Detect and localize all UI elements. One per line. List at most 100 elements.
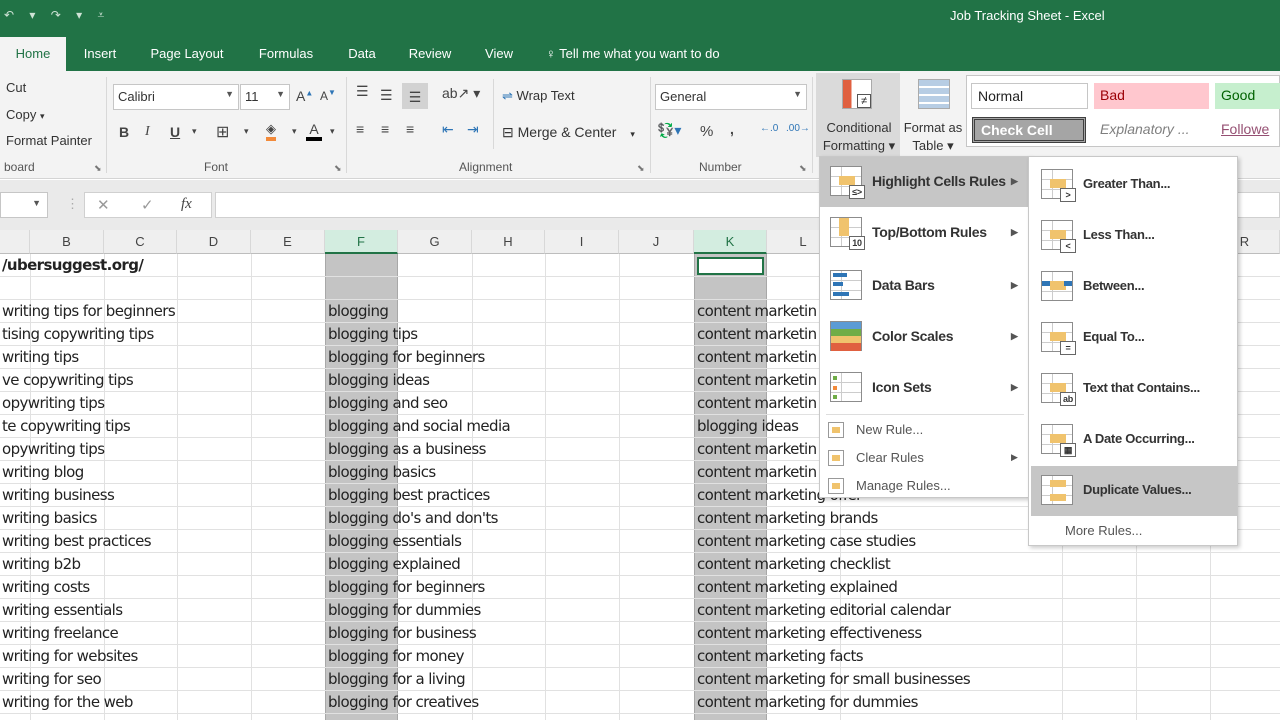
bold-button[interactable]: B bbox=[119, 124, 129, 140]
submenu-item-more-rules[interactable]: More Rules... bbox=[1029, 517, 1235, 545]
cell-f[interactable]: blogging basics bbox=[326, 461, 436, 484]
cell-f[interactable]: blogging for dummies bbox=[326, 599, 481, 622]
align-left-icon[interactable]: ≡ bbox=[356, 121, 364, 137]
align-top-icon[interactable]: ☰ bbox=[356, 83, 369, 100]
cancel-icon[interactable]: ✕ bbox=[97, 196, 110, 214]
menu-item-manage-rules[interactable]: Manage Rules... bbox=[820, 472, 1029, 500]
menu-item-color-scales[interactable]: Color Scales ▶ bbox=[820, 312, 1029, 362]
tab-view[interactable]: View bbox=[482, 37, 516, 71]
cell-f[interactable]: blogging tips bbox=[326, 323, 418, 346]
chevron-down-icon[interactable]: ▾ bbox=[292, 126, 297, 137]
increase-font-icon[interactable]: A▲ bbox=[296, 88, 313, 104]
cell-k[interactable]: content marketing checklist bbox=[695, 553, 891, 576]
submenu-item-less-than[interactable]: < Less Than... bbox=[1031, 211, 1237, 261]
submenu-item-date-occurring[interactable]: ▦ A Date Occurring... bbox=[1031, 415, 1237, 465]
underline-button[interactable]: U bbox=[170, 124, 180, 140]
submenu-item-duplicate-values[interactable]: Duplicate Values... bbox=[1031, 466, 1237, 516]
menu-item-clear-rules[interactable]: Clear Rules ▶ bbox=[820, 444, 1029, 472]
cell-f[interactable]: blogging for money bbox=[326, 645, 464, 668]
submenu-item-text-contains[interactable]: ab Text that Contains... bbox=[1031, 364, 1237, 414]
column-header-k[interactable]: K bbox=[694, 230, 767, 254]
font-color-icon[interactable]: A bbox=[306, 121, 322, 141]
style-explanatory[interactable]: Explanatory ... bbox=[1094, 117, 1209, 143]
cell-f[interactable]: blogging explained bbox=[326, 553, 461, 576]
column-header-a[interactable] bbox=[0, 230, 30, 254]
cell-f[interactable]: blogging for creatives bbox=[326, 691, 479, 714]
increase-indent-icon[interactable]: ⇥ bbox=[467, 121, 479, 138]
align-right-icon[interactable]: ≡ bbox=[406, 121, 414, 137]
cell-k[interactable]: content marketin bbox=[695, 392, 817, 415]
cell-k[interactable]: content marketing explained bbox=[695, 576, 898, 599]
cell-f[interactable]: blogging do's and don'ts bbox=[326, 507, 499, 530]
chevron-down-icon[interactable]: ▾ bbox=[244, 126, 249, 137]
wrap-text-button[interactable]: ⇌ Wrap Text bbox=[502, 88, 575, 104]
column-header-b[interactable]: B bbox=[30, 230, 104, 254]
accounting-format-icon[interactable]: 💱▾ bbox=[657, 122, 681, 139]
cell-f[interactable]: blogging best practices bbox=[326, 484, 490, 507]
cell-k[interactable]: content marketin bbox=[695, 461, 817, 484]
cell-b[interactable]: opywriting tips bbox=[0, 392, 105, 415]
cell-k[interactable]: content marketin bbox=[695, 438, 817, 461]
column-header-h[interactable]: H bbox=[472, 230, 545, 254]
menu-item-new-rule[interactable]: New Rule... bbox=[820, 416, 1029, 444]
column-header-i[interactable]: I bbox=[545, 230, 619, 254]
cell-b[interactable]: writing business bbox=[0, 484, 115, 507]
cell-b[interactable]: writing costs bbox=[0, 576, 90, 599]
tab-review[interactable]: Review bbox=[406, 37, 454, 71]
style-normal[interactable]: Normal bbox=[971, 83, 1088, 109]
number-launcher-icon[interactable]: ⬊ bbox=[799, 163, 807, 174]
align-middle-icon[interactable]: ☰ bbox=[380, 87, 393, 104]
font-name-select[interactable]: Calibri ▼ bbox=[113, 84, 239, 110]
cell-b[interactable]: writing tips for beginners bbox=[0, 300, 176, 323]
cell-b[interactable]: writing freelance bbox=[0, 622, 119, 645]
tab-home[interactable]: Home bbox=[0, 37, 66, 71]
cell-f[interactable]: blogging for business bbox=[326, 622, 477, 645]
cell-k[interactable]: content marketing editorial calendar bbox=[695, 599, 951, 622]
name-box[interactable]: ▼ bbox=[0, 192, 48, 218]
cut-button[interactable]: Cut bbox=[6, 80, 26, 95]
style-bad[interactable]: Bad bbox=[1094, 83, 1209, 109]
cell-b[interactable]: writing tips bbox=[0, 346, 79, 369]
decrease-decimal-icon[interactable]: .00→ bbox=[786, 123, 810, 134]
clipboard-launcher-icon[interactable]: ⬊ bbox=[94, 163, 102, 174]
style-good[interactable]: Good bbox=[1215, 83, 1280, 109]
cell-b[interactable]: writing for the web bbox=[0, 691, 133, 714]
align-center-icon[interactable]: ≡ bbox=[381, 121, 389, 137]
cell-k[interactable]: content marketin bbox=[695, 369, 817, 392]
orientation-icon[interactable]: ab↗ ▾ bbox=[442, 85, 480, 102]
copy-button[interactable]: Copy ▾ bbox=[6, 107, 45, 122]
merge-center-button[interactable]: ⊟ Merge & Center ▾ bbox=[502, 124, 635, 141]
number-format-select[interactable]: General ▼ bbox=[655, 84, 807, 110]
decrease-font-icon[interactable]: A▼ bbox=[320, 88, 336, 103]
insert-function-icon[interactable]: fx bbox=[181, 196, 192, 213]
tab-insert[interactable]: Insert bbox=[78, 37, 122, 71]
chevron-down-icon[interactable]: ▾ bbox=[330, 126, 335, 137]
menu-item-data-bars[interactable]: Data Bars ▶ bbox=[820, 261, 1029, 311]
cell-k[interactable]: content marketin bbox=[695, 346, 817, 369]
menu-item-highlight-cells-rules[interactable]: ≤> Highlight Cells Rules ▶ bbox=[820, 157, 1029, 207]
cell-k[interactable]: content marketing facts bbox=[695, 645, 864, 668]
menu-item-icon-sets[interactable]: Icon Sets ▶ bbox=[820, 363, 1029, 413]
cell-k[interactable]: content marketin bbox=[695, 300, 817, 323]
tell-me-box[interactable]: ♀ Tell me what you want to do bbox=[546, 37, 746, 71]
column-header-c[interactable]: C bbox=[104, 230, 177, 254]
column-header-d[interactable]: D bbox=[177, 230, 251, 254]
cell-f[interactable]: blogging bbox=[326, 300, 389, 323]
cell-b[interactable]: writing for websites bbox=[0, 645, 138, 668]
cell-b[interactable]: writing blog bbox=[0, 461, 84, 484]
style-followed-hyperlink[interactable]: Followe bbox=[1215, 117, 1280, 143]
cell-f[interactable]: blogging essentials bbox=[326, 530, 462, 553]
cell-f[interactable]: blogging ideas bbox=[326, 369, 430, 392]
cell-f[interactable]: blogging and social media bbox=[326, 415, 511, 438]
cell-k[interactable]: content marketing for small businesses bbox=[695, 668, 971, 691]
cell-b[interactable]: tising copywriting tips bbox=[0, 323, 154, 346]
increase-decimal-icon[interactable]: ←.0 bbox=[760, 123, 778, 134]
decrease-indent-icon[interactable]: ⇤ bbox=[442, 121, 454, 138]
column-header-g[interactable]: G bbox=[398, 230, 472, 254]
menu-item-top-bottom-rules[interactable]: 10 Top/Bottom Rules ▶ bbox=[820, 208, 1029, 258]
drag-handle[interactable]: ⋮ bbox=[66, 196, 79, 212]
cell-k[interactable]: content marketing effectiveness bbox=[695, 622, 922, 645]
cell-f[interactable]: blogging and seo bbox=[326, 392, 448, 415]
cell-b[interactable]: writing essentials bbox=[0, 599, 123, 622]
tab-formulas[interactable]: Formulas bbox=[254, 37, 318, 71]
